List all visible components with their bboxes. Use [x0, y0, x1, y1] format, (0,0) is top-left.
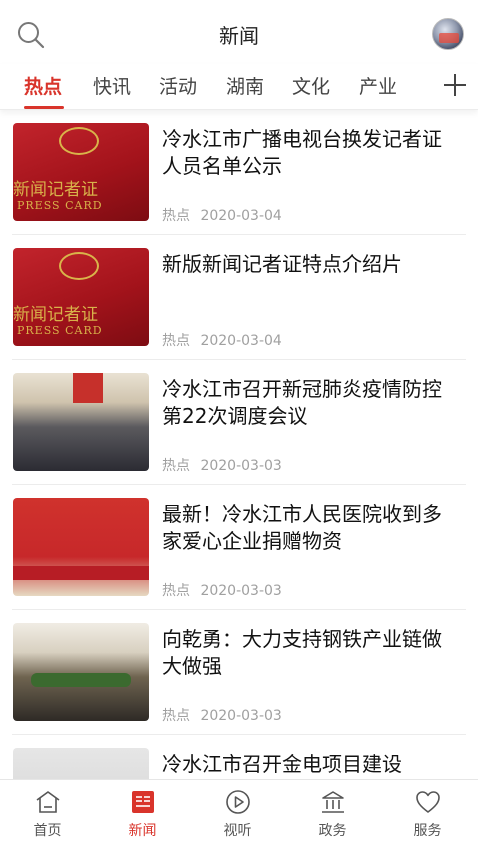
article-thumbnail: 新闻记者证 PRESS CARD — [13, 123, 149, 221]
tab-hunan[interactable]: 湖南 — [226, 72, 264, 102]
article-meta: 热点 2020-03-03 — [162, 580, 288, 600]
article-meta: 热点 2020-03-04 — [162, 330, 288, 350]
avatar[interactable] — [432, 18, 464, 50]
play-icon — [226, 790, 250, 814]
list-item[interactable]: 最新！冷水江市人民医院收到多家爱心企业捐赠物资 热点 2020-03-03 — [12, 498, 466, 610]
article-date: 2020-03-03 — [200, 458, 282, 474]
article-category: 热点 — [162, 458, 190, 474]
thumbnail-subcaption: PRESS CARD — [17, 324, 103, 337]
article-meta: 热点 2020-03-04 — [162, 205, 288, 225]
tab-culture[interactable]: 文化 — [292, 72, 330, 102]
article-title[interactable]: 冷水江市广播电视台换发记者证人员名单公示 — [162, 126, 458, 180]
thumbnail-subcaption: PRESS CARD — [17, 199, 103, 212]
article-title[interactable]: 向乾勇：大力支持钢铁产业链做大做强 — [162, 626, 458, 680]
article-date: 2020-03-04 — [200, 333, 282, 349]
home-icon — [36, 791, 60, 813]
government-icon — [322, 791, 344, 813]
nav-video[interactable]: 视听 — [190, 780, 285, 850]
thumbnail-caption: 新闻记者证 — [13, 305, 98, 325]
list-item[interactable]: 向乾勇：大力支持钢铁产业链做大做强 热点 2020-03-03 — [12, 623, 466, 735]
article-category: 热点 — [162, 333, 190, 349]
article-title[interactable]: 冷水江市召开金电项目建设 — [162, 751, 458, 778]
nav-label: 视听 — [223, 823, 252, 839]
top-bar: 新闻 — [0, 0, 478, 64]
active-tab-indicator — [24, 106, 64, 109]
list-item[interactable]: 冷水江市召开新冠肺炎疫情防控第22次调度会议 热点 2020-03-03 — [12, 373, 466, 485]
article-thumbnail — [13, 748, 149, 779]
emblem-icon — [59, 252, 99, 280]
article-title[interactable]: 最新！冷水江市人民医院收到多家爱心企业捐赠物资 — [162, 501, 458, 555]
bottom-navigation: 首页 新闻 视听 政务 服务 — [0, 779, 478, 850]
article-date: 2020-03-03 — [200, 708, 282, 724]
emblem-icon — [59, 127, 99, 155]
page-title: 新闻 — [219, 24, 259, 48]
article-date: 2020-03-04 — [200, 208, 282, 224]
article-thumbnail: 新闻记者证 PRESS CARD — [13, 248, 149, 346]
list-item[interactable]: 冷水江市召开金电项目建设 — [12, 748, 466, 779]
nav-home[interactable]: 首页 — [0, 780, 95, 850]
nav-label: 新闻 — [128, 823, 157, 839]
article-category: 热点 — [162, 208, 190, 224]
nav-service[interactable]: 服务 — [380, 780, 475, 850]
nav-label: 服务 — [413, 823, 442, 839]
list-item[interactable]: 新闻记者证 PRESS CARD 冷水江市广播电视台换发记者证人员名单公示 热点… — [12, 123, 466, 235]
plus-icon[interactable] — [442, 72, 468, 98]
article-title[interactable]: 冷水江市召开新冠肺炎疫情防控第22次调度会议 — [162, 376, 458, 430]
article-thumbnail — [13, 498, 149, 596]
news-list: 新闻记者证 PRESS CARD 冷水江市广播电视台换发记者证人员名单公示 热点… — [0, 111, 478, 779]
tab-activity[interactable]: 活动 — [159, 72, 197, 102]
nav-government[interactable]: 政务 — [285, 780, 380, 850]
nav-label: 政务 — [318, 823, 347, 839]
tabs-fade — [412, 64, 442, 108]
article-meta: 热点 2020-03-03 — [162, 705, 288, 725]
article-category: 热点 — [162, 708, 190, 724]
article-thumbnail — [13, 623, 149, 721]
article-title[interactable]: 新版新闻记者证特点介绍片 — [162, 251, 458, 278]
tab-flash[interactable]: 快讯 — [93, 72, 131, 102]
nav-news[interactable]: 新闻 — [95, 780, 190, 850]
article-category: 热点 — [162, 583, 190, 599]
article-meta: 热点 2020-03-03 — [162, 455, 288, 475]
thumbnail-caption: 新闻记者证 — [13, 180, 98, 200]
category-tabs: 热点 快讯 活动 湖南 文化 产业 — [0, 64, 478, 110]
list-item[interactable]: 新闻记者证 PRESS CARD 新版新闻记者证特点介绍片 热点 2020-03… — [12, 248, 466, 360]
heart-icon — [416, 791, 440, 813]
tab-hot[interactable]: 热点 — [24, 72, 62, 102]
nav-label: 首页 — [33, 823, 62, 839]
article-thumbnail — [13, 373, 149, 471]
tab-industry[interactable]: 产业 — [359, 72, 397, 102]
news-icon — [132, 791, 154, 813]
article-date: 2020-03-03 — [200, 583, 282, 599]
